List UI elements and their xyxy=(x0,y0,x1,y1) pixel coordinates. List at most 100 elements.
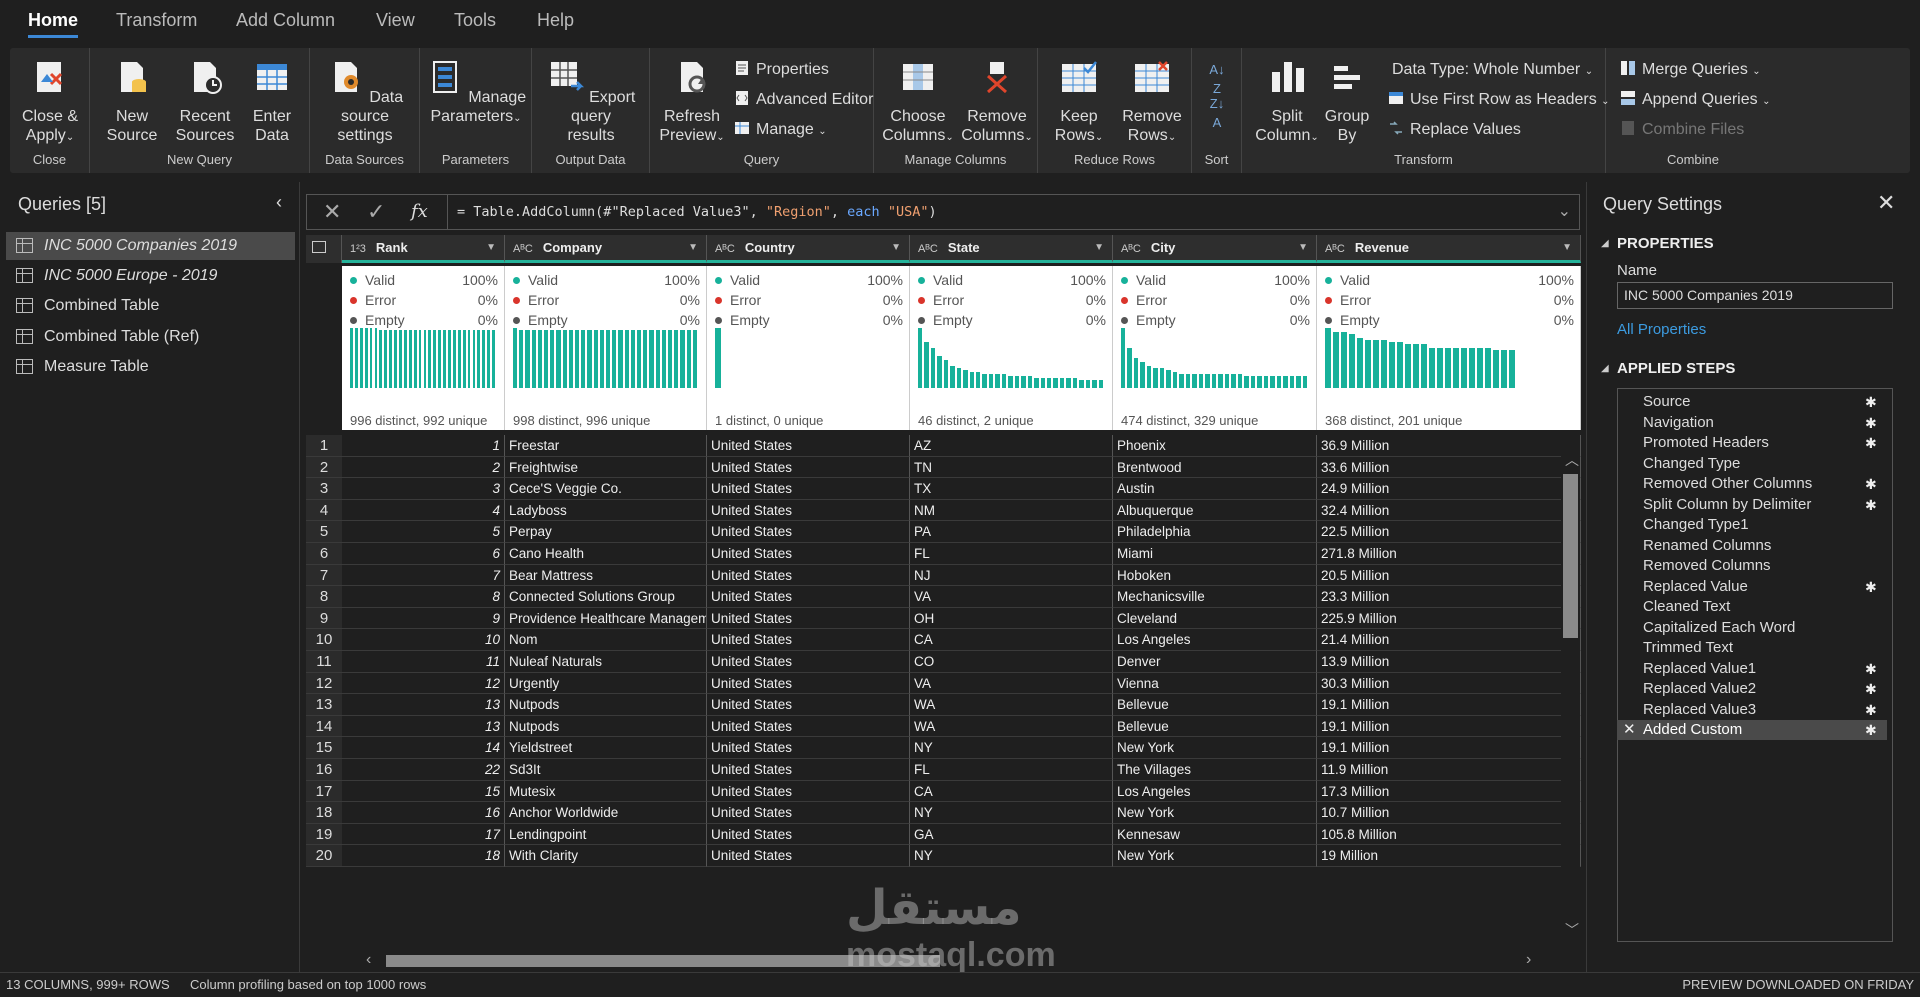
table-cell[interactable]: Philadelphia xyxy=(1113,521,1317,543)
split-column-button[interactable]: Split Column⌄ xyxy=(1254,58,1320,147)
table-cell[interactable]: 19.1 Million xyxy=(1317,715,1581,738)
applied-step[interactable]: Split Column by Delimiter ✱ xyxy=(1617,495,1887,515)
table-cell[interactable]: 24.9 Million xyxy=(1317,478,1581,500)
column-type-icon[interactable]: AᴮC xyxy=(1325,243,1345,255)
table-cell[interactable]: 11 xyxy=(342,651,505,673)
table-cell[interactable]: Anchor Worldwide xyxy=(505,802,707,824)
table-cell[interactable]: Los Angeles xyxy=(1113,629,1317,651)
group-by-button[interactable]: Group By xyxy=(1322,58,1372,145)
table-cell[interactable]: 15 xyxy=(342,780,505,803)
table-cell[interactable]: United States xyxy=(707,456,910,479)
close-apply-button[interactable]: Close & Apply⌄ xyxy=(18,58,82,147)
table-cell[interactable]: Urgently xyxy=(505,672,707,695)
tab-add-column[interactable]: Add Column xyxy=(236,10,335,31)
table-cell[interactable]: Albuquerque xyxy=(1113,499,1317,522)
tab-view[interactable]: View xyxy=(376,10,415,31)
table-cell[interactable]: Lendingpoint xyxy=(505,823,707,846)
table-cell[interactable]: 3 xyxy=(342,478,505,500)
table-cell[interactable]: 13.9 Million xyxy=(1317,651,1581,673)
row-number[interactable]: 15 xyxy=(306,737,342,759)
collapse-queries-icon[interactable]: ‹ xyxy=(276,192,282,213)
table-cell[interactable]: CA xyxy=(910,780,1113,803)
column-header[interactable]: AᴮC Revenue ▼ xyxy=(1317,235,1581,263)
applied-step[interactable]: Changed Type1 xyxy=(1617,515,1887,535)
table-cell[interactable]: 13 xyxy=(342,715,505,738)
formula-input[interactable]: = Table.AddColumn(#"Replaced Value3", "R… xyxy=(457,204,937,220)
applied-step[interactable]: Removed Columns xyxy=(1617,556,1887,576)
table-cell[interactable]: United States xyxy=(707,802,910,824)
table-cell[interactable]: Providence Healthcare Management xyxy=(505,607,707,630)
table-cell[interactable]: United States xyxy=(707,543,910,565)
table-cell[interactable]: United States xyxy=(707,629,910,651)
row-number[interactable]: 17 xyxy=(306,780,342,803)
query-item[interactable]: Combined Table (Ref) xyxy=(6,323,295,351)
vertical-scrollbar[interactable]: ︿ ﹀ xyxy=(1561,452,1580,942)
remove-columns-button[interactable]: Remove Columns⌄ xyxy=(960,58,1034,147)
applied-step[interactable]: Capitalized Each Word xyxy=(1617,618,1887,638)
table-cell[interactable]: United States xyxy=(707,521,910,543)
table-cell[interactable]: 17.3 Million xyxy=(1317,780,1581,803)
table-cell[interactable]: 23.3 Million xyxy=(1317,586,1581,608)
gear-icon[interactable]: ✱ xyxy=(1865,416,1879,430)
table-cell[interactable]: Brentwood xyxy=(1113,456,1317,479)
row-number[interactable]: 18 xyxy=(306,802,342,824)
table-cell[interactable]: United States xyxy=(707,715,910,738)
table-cell[interactable]: Mechanicsville xyxy=(1113,586,1317,608)
sort-ascending-button[interactable]: A↓ Z xyxy=(1205,60,1229,98)
gear-icon[interactable]: ✱ xyxy=(1865,436,1879,450)
table-cell[interactable]: 2 xyxy=(342,456,505,479)
tab-transform[interactable]: Transform xyxy=(116,10,197,31)
table-menu-icon[interactable] xyxy=(306,235,342,263)
use-first-row-headers-button[interactable]: Use First Row as Headers ⌄ xyxy=(1388,90,1610,112)
table-cell[interactable]: NM xyxy=(910,499,1113,522)
table-cell[interactable]: 5 xyxy=(342,521,505,543)
remove-rows-button[interactable]: Remove Rows⌄ xyxy=(1116,58,1188,147)
table-cell[interactable]: Cece'S Veggie Co. xyxy=(505,478,707,500)
table-cell[interactable]: Kennesaw xyxy=(1113,823,1317,846)
row-number[interactable]: 2 xyxy=(306,456,342,479)
table-cell[interactable]: United States xyxy=(707,737,910,759)
gear-icon[interactable]: ✱ xyxy=(1865,662,1879,676)
applied-step[interactable]: Removed Other Columns ✱ xyxy=(1617,474,1887,494)
data-source-settings-button[interactable]: Data source settings xyxy=(315,58,415,145)
table-cell[interactable]: NY xyxy=(910,737,1113,759)
table-cell[interactable]: GA xyxy=(910,823,1113,846)
column-header[interactable]: 1²3 Rank ▼ xyxy=(342,235,505,263)
table-cell[interactable]: Freestar xyxy=(505,435,707,457)
table-cell[interactable]: 16 xyxy=(342,802,505,824)
row-number[interactable]: 20 xyxy=(306,845,342,867)
table-cell[interactable]: 22 xyxy=(342,759,505,781)
row-number[interactable]: 9 xyxy=(306,607,342,630)
row-number[interactable]: 7 xyxy=(306,564,342,587)
all-properties-link[interactable]: All Properties xyxy=(1617,321,1706,338)
table-cell[interactable]: 14 xyxy=(342,737,505,759)
table-cell[interactable]: 11.9 Million xyxy=(1317,759,1581,781)
table-cell[interactable]: 20.5 Million xyxy=(1317,564,1581,587)
table-cell[interactable]: TX xyxy=(910,478,1113,500)
applied-step[interactable]: Promoted Headers ✱ xyxy=(1617,433,1887,453)
query-item[interactable]: INC 5000 Companies 2019 xyxy=(6,232,295,260)
query-item[interactable]: Combined Table xyxy=(6,292,295,320)
export-query-results-button[interactable]: Export query results xyxy=(536,58,646,145)
applied-step[interactable]: Renamed Columns xyxy=(1617,536,1887,556)
column-type-icon[interactable]: 1²3 xyxy=(350,243,366,255)
row-number[interactable]: 14 xyxy=(306,715,342,738)
column-filter-icon[interactable]: ▼ xyxy=(1562,235,1572,261)
table-cell[interactable]: Bellevue xyxy=(1113,694,1317,716)
close-settings-icon[interactable]: ✕ xyxy=(1877,190,1895,216)
table-cell[interactable]: United States xyxy=(707,845,910,867)
keep-rows-button[interactable]: Keep Rows⌄ xyxy=(1044,58,1114,147)
applied-step[interactable]: Cleaned Text xyxy=(1617,597,1887,617)
applied-step[interactable]: Replaced Value2 ✱ xyxy=(1617,679,1887,699)
table-cell[interactable]: United States xyxy=(707,564,910,587)
expand-formula-icon[interactable]: ⌄ xyxy=(1558,201,1571,221)
table-cell[interactable]: Bear Mattress xyxy=(505,564,707,587)
properties-button[interactable]: Properties xyxy=(734,60,829,80)
table-cell[interactable]: Hoboken xyxy=(1113,564,1317,587)
table-cell[interactable]: United States xyxy=(707,651,910,673)
table-cell[interactable]: 271.8 Million xyxy=(1317,543,1581,565)
row-number[interactable]: 16 xyxy=(306,759,342,781)
table-cell[interactable]: United States xyxy=(707,435,910,457)
table-cell[interactable]: NY xyxy=(910,802,1113,824)
query-item[interactable]: INC 5000 Europe - 2019 xyxy=(6,262,295,290)
